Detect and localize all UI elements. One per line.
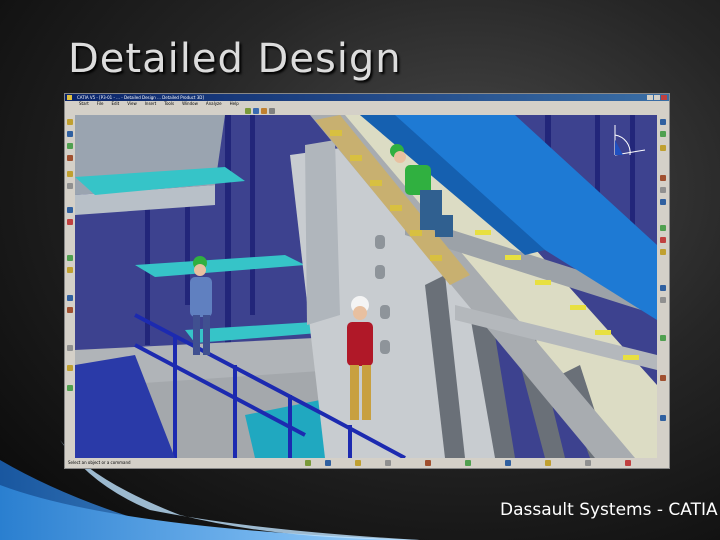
toolbar-icon[interactable] <box>67 119 73 125</box>
slide-caption: Dassault Systems - CATIA <box>500 500 718 520</box>
toolbar-icon[interactable] <box>505 460 511 466</box>
toolbar-icon[interactable] <box>660 119 666 125</box>
catia-window: CATIA V5 - [P3-01 - ... - Detailed Desig… <box>64 93 670 469</box>
ship-hull-3d-scene <box>75 115 657 458</box>
toolbar-icon[interactable] <box>465 460 471 466</box>
toolbar-icon[interactable] <box>585 460 591 466</box>
toolbar-icon[interactable] <box>67 295 73 301</box>
toolbar-icon[interactable] <box>660 131 666 137</box>
toolbar-icon[interactable] <box>660 145 666 151</box>
window-titlebar: CATIA V5 - [P3-01 - ... - Detailed Desig… <box>65 94 669 101</box>
toolbar-icon[interactable] <box>625 460 631 466</box>
status-text: Select an object or a command <box>68 460 131 465</box>
toolbar-icon[interactable] <box>385 460 391 466</box>
left-toolbar <box>65 115 75 458</box>
toolbar-icon[interactable] <box>269 108 275 114</box>
status-bar: Select an object or a command <box>65 458 669 468</box>
top-toolbar <box>65 107 669 115</box>
toolbar-icon[interactable] <box>67 207 73 213</box>
toolbar-icon[interactable] <box>67 155 73 161</box>
window-title: CATIA V5 - [P3-01 - ... - Detailed Desig… <box>77 95 204 100</box>
toolbar-icon[interactable] <box>660 375 666 381</box>
window-controls <box>647 95 667 100</box>
toolbar-icon[interactable] <box>325 460 331 466</box>
toolbar-icon[interactable] <box>67 385 73 391</box>
toolbar-icon[interactable] <box>660 199 666 205</box>
toolbar-icon[interactable] <box>660 285 666 291</box>
toolbar-icon[interactable] <box>660 237 666 243</box>
app-icon <box>67 95 72 100</box>
toolbar-icon[interactable] <box>67 255 73 261</box>
slide-title: Detailed Design <box>68 36 402 82</box>
toolbar-icon[interactable] <box>67 131 73 137</box>
toolbar-icon[interactable] <box>67 365 73 371</box>
toolbar-icon[interactable] <box>545 460 551 466</box>
toolbar-icon[interactable] <box>660 297 666 303</box>
right-toolbar <box>657 115 669 458</box>
toolbar-icon[interactable] <box>67 143 73 149</box>
toolbar-icon[interactable] <box>67 307 73 313</box>
toolbar-icon[interactable] <box>67 345 73 351</box>
toolbar-icon[interactable] <box>253 108 259 114</box>
toolbar-icon[interactable] <box>660 225 666 231</box>
toolbar-icon[interactable] <box>261 108 267 114</box>
toolbar-icon[interactable] <box>660 187 666 193</box>
toolbar-icon[interactable] <box>660 335 666 341</box>
toolbar-icon[interactable] <box>660 249 666 255</box>
toolbar-icon[interactable] <box>67 171 73 177</box>
minimize-button[interactable] <box>647 95 653 100</box>
toolbar-icon[interactable] <box>67 267 73 273</box>
toolbar-icon[interactable] <box>355 460 361 466</box>
toolbar-icon[interactable] <box>425 460 431 466</box>
toolbar-icon[interactable] <box>305 460 311 466</box>
toolbar-icon[interactable] <box>67 219 73 225</box>
3d-viewport[interactable] <box>75 115 657 458</box>
toolbar-icon[interactable] <box>660 415 666 421</box>
toolbar-icon[interactable] <box>67 183 73 189</box>
close-button[interactable] <box>661 95 667 100</box>
toolbar-icon[interactable] <box>245 108 251 114</box>
maximize-button[interactable] <box>654 95 660 100</box>
toolbar-icon[interactable] <box>660 175 666 181</box>
